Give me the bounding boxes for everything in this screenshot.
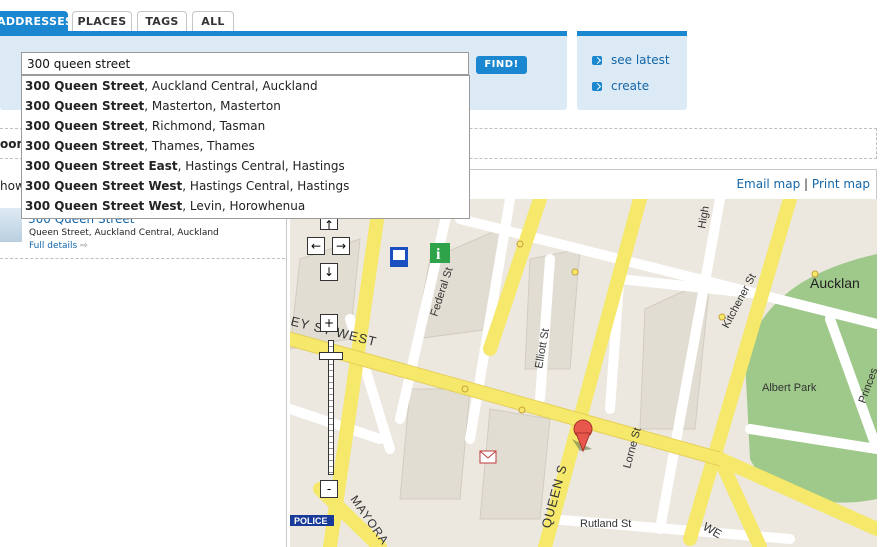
suggestion-bold: 300 Queen Street bbox=[25, 79, 145, 93]
autocomplete-dropdown: 300 Queen Street, Auckland Central, Auck… bbox=[21, 75, 470, 219]
svg-text:POLICE: POLICE bbox=[294, 516, 328, 526]
link-separator: | bbox=[804, 177, 809, 191]
info-icon: i bbox=[430, 243, 450, 263]
full-details-link[interactable]: Full details ⇨ bbox=[29, 241, 88, 251]
tab-addresses[interactable]: ADDRESSES bbox=[0, 11, 73, 31]
suggestion-rest: , Levin, Horowhenua bbox=[182, 199, 306, 213]
suggestion-item[interactable]: 300 Queen Street, Richmond, Tasman bbox=[22, 116, 469, 136]
suggestion-bold: 300 Queen Street bbox=[25, 99, 145, 113]
suggestion-item[interactable]: 300 Queen Street, Auckland Central, Auck… bbox=[22, 76, 469, 96]
suggestion-rest: , Hastings Central, Hastings bbox=[182, 179, 350, 193]
suggestion-rest: , Richmond, Tasman bbox=[144, 119, 266, 133]
zoom-slider-thumb[interactable] bbox=[319, 352, 343, 360]
pan-left-button[interactable]: ← bbox=[307, 237, 325, 255]
map-label-albert-park: Albert Park bbox=[762, 382, 817, 394]
map-canvas[interactable]: Albert Park Aucklan Federal St Elliott S… bbox=[290, 199, 877, 547]
external-link-icon: ⇨ bbox=[80, 241, 88, 251]
map-label-rutland-st: Rutland St bbox=[580, 518, 631, 530]
email-map-link[interactable]: Email map bbox=[736, 177, 800, 191]
arrow-icon bbox=[592, 56, 602, 65]
see-latest-label: see latest bbox=[611, 53, 670, 67]
see-latest-link[interactable]: see latest bbox=[592, 53, 670, 67]
post-office-icon bbox=[479, 450, 497, 464]
suggestion-bold: 300 Queen Street bbox=[25, 119, 145, 133]
suggestion-item[interactable]: 300 Queen Street West, Hastings Central,… bbox=[22, 176, 469, 196]
suggestion-bold: 300 Queen Street West bbox=[25, 199, 183, 213]
svg-text:i: i bbox=[436, 246, 441, 263]
suggestion-bold: 300 Queen Street East bbox=[25, 159, 178, 173]
map-links: Email map | Print map bbox=[736, 177, 870, 191]
map-svg: Albert Park Aucklan Federal St Elliott S… bbox=[290, 199, 877, 547]
suggestion-item[interactable]: 300 Queen Street East, Hastings Central,… bbox=[22, 156, 469, 176]
find-button[interactable]: FIND! bbox=[476, 56, 527, 74]
result-address: Queen Street, Auckland Central, Auckland bbox=[29, 228, 219, 238]
full-details-label: Full details bbox=[29, 241, 78, 251]
tab-all[interactable]: ALL bbox=[192, 11, 234, 31]
tab-places[interactable]: PLACES bbox=[72, 11, 132, 31]
suggestion-bold: 300 Queen Street bbox=[25, 139, 145, 153]
tab-tags[interactable]: TAGS bbox=[137, 11, 187, 31]
pan-right-button[interactable]: → bbox=[332, 237, 350, 255]
print-map-link[interactable]: Print map bbox=[812, 177, 870, 191]
police-icon: POLICE bbox=[290, 515, 334, 526]
suggestion-bold: 300 Queen Street West bbox=[25, 179, 183, 193]
zoom-in-button[interactable]: + bbox=[320, 314, 338, 332]
zoom-out-button[interactable]: - bbox=[320, 480, 338, 498]
suggestion-rest: , Masterton, Masterton bbox=[144, 99, 281, 113]
suggestion-rest: , Hastings Central, Hastings bbox=[177, 159, 345, 173]
pan-down-button[interactable]: ↓ bbox=[320, 263, 338, 281]
suggestion-item[interactable]: 300 Queen Street, Masterton, Masterton bbox=[22, 96, 469, 116]
suggestion-rest: , Thames, Thames bbox=[144, 139, 255, 153]
create-link[interactable]: create bbox=[592, 79, 649, 93]
suggestion-item[interactable]: 300 Queen Street, Thames, Thames bbox=[22, 136, 469, 156]
search-input[interactable] bbox=[21, 52, 469, 75]
suggestion-rest: , Auckland Central, Auckland bbox=[144, 79, 318, 93]
suggestion-item[interactable]: 300 Queen Street West, Levin, Horowhenua bbox=[22, 196, 469, 216]
map-label-auckland: Aucklan bbox=[810, 275, 860, 291]
result-thumbnail bbox=[0, 208, 22, 242]
bus-stop-icon bbox=[390, 247, 408, 267]
zoom-slider[interactable] bbox=[328, 340, 334, 475]
arrow-icon bbox=[592, 82, 602, 91]
create-label: create bbox=[611, 79, 650, 93]
side-links-panel: see latest create bbox=[577, 31, 687, 110]
